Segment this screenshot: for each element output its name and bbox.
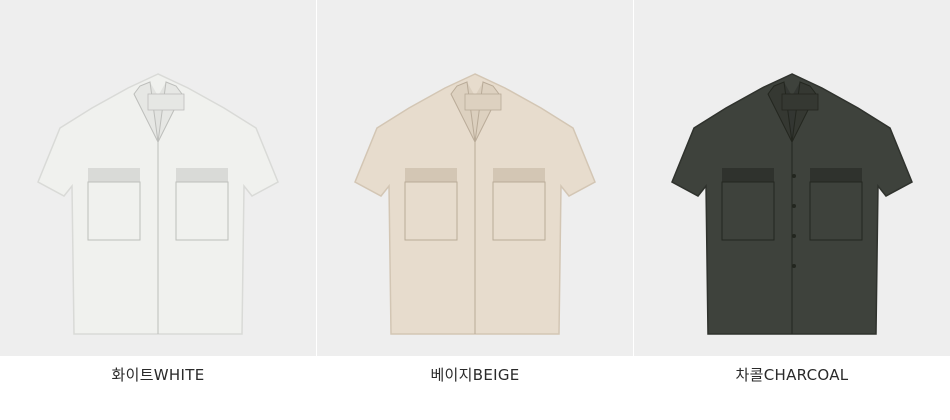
product-color-grid: 화이트WHITE 베이지BEIGE 차콜CHARCOAL: [0, 0, 950, 420]
charcoal-shirt-image: [671, 73, 913, 335]
color-option-charcoal[interactable]: 차콜CHARCOAL: [634, 0, 950, 420]
color-option-white[interactable]: 화이트WHITE: [0, 0, 316, 420]
color-option-beige[interactable]: 베이지BEIGE: [317, 0, 633, 420]
product-label: 베이지BEIGE: [430, 366, 520, 384]
product-label: 화이트WHITE: [111, 366, 205, 384]
product-label: 차콜CHARCOAL: [735, 366, 849, 384]
product-photo: [317, 0, 633, 356]
white-shirt-image: [37, 73, 279, 335]
product-photo: [634, 0, 950, 356]
product-photo: [0, 0, 316, 356]
beige-shirt-image: [354, 73, 596, 335]
